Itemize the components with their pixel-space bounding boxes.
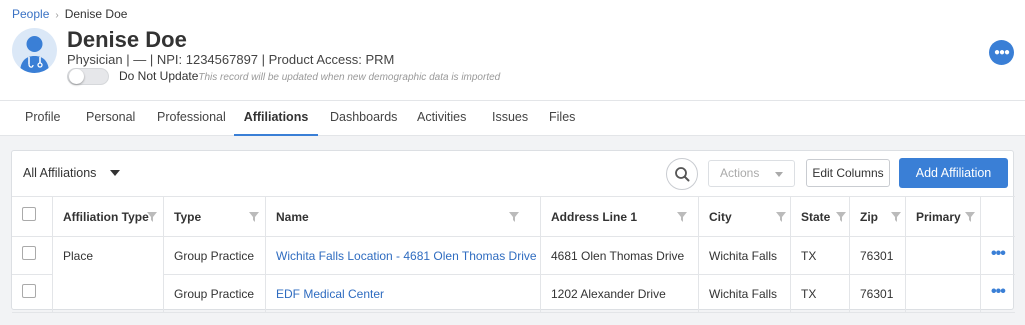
row-checkbox[interactable] [22,246,36,260]
address-cell: 1202 Alexander Drive [541,275,699,313]
funnel-icon[interactable] [965,212,975,222]
affiliation-type-cell: Place [53,237,164,313]
do-not-update-toggle[interactable] [67,68,109,85]
column-label: Address Line 1 [551,210,638,224]
column-header-address-line-1[interactable]: Address Line 1 [541,197,699,237]
actions-label: Actions [720,166,760,180]
column-label: City [709,210,732,224]
type-cell: Group Practice [164,237,266,275]
funnel-icon[interactable] [249,212,259,222]
tab-professional[interactable]: Professional [157,101,226,136]
caret-down-icon[interactable] [110,170,120,176]
tab-personal[interactable]: Personal [86,101,135,136]
tab-issues[interactable]: Issues [492,101,528,136]
caret-down-icon [775,172,783,177]
edit-columns-button[interactable]: Edit Columns [806,159,890,187]
more-options-button[interactable]: ●●● [989,40,1014,65]
row-checkbox[interactable] [22,284,36,298]
search-icon [675,167,690,182]
column-header-zip[interactable]: Zip [850,197,906,237]
funnel-icon[interactable] [509,212,519,222]
funnel-icon[interactable] [776,212,786,222]
toggle-label: Do Not Update [119,69,199,83]
chevron-right-icon: › [55,10,59,21]
city-cell: Wichita Falls [699,237,791,275]
column-label: Name [276,210,309,224]
column-header-primary[interactable]: Primary [906,197,981,237]
affiliations-table: Affiliation Type Type Name Address Line … [12,196,1015,313]
row-actions-cell: ••• [981,275,1015,313]
funnel-icon[interactable] [836,212,846,222]
column-label: State [801,210,831,224]
address-cell: 4681 Olen Thomas Drive [541,237,699,275]
tab-affiliations[interactable]: Affiliations [234,101,318,136]
toggle-knob [69,69,84,84]
header-select-all-cell [12,197,53,237]
column-header-affiliation-type[interactable]: Affiliation Type [53,197,164,237]
type-cell: Group Practice [164,275,266,313]
profile-header: People › Denise Doe Denise Doe Physician |… [0,0,1025,101]
city-cell: Wichita Falls [699,275,791,313]
column-label: Affiliation Type [63,210,149,224]
primary-cell [906,275,981,313]
select-all-checkbox[interactable] [22,207,36,221]
tab-files[interactable]: Files [549,101,575,136]
actions-dropdown[interactable]: Actions [708,160,795,187]
more-horizontal-icon[interactable]: ••• [991,283,1006,301]
row-actions-cell: ••• [981,237,1015,275]
tab-dashboards[interactable]: Dashboards [330,101,397,136]
funnel-icon[interactable] [677,212,687,222]
search-button[interactable] [666,158,698,190]
row-select-cell [12,275,53,313]
state-cell: TX [791,275,850,313]
do-not-update-label: Do Not UpdateThis record will be updated… [119,69,500,83]
more-horizontal-icon: ●●● [993,47,1010,58]
column-label: Type [174,210,202,224]
row-select-cell [12,237,53,275]
breadcrumb-people-link[interactable]: People [12,7,49,21]
breadcrumb-current: Denise Doe [64,7,128,21]
zip-cell: 76301 [850,237,906,275]
column-label: Zip [860,210,878,224]
funnel-icon[interactable] [147,212,157,222]
tab-activities[interactable]: Activities [417,101,466,136]
zip-cell: 76301 [850,275,906,313]
affiliations-card: All Affiliations Actions Edit Columns Ad… [11,150,1015,313]
column-label: Primary [916,210,961,224]
column-header-city[interactable]: City [699,197,791,237]
profile-name: Denise Doe [67,27,187,52]
breadcrumb: People › Denise Doe [12,7,127,21]
column-header-name[interactable]: Name [266,197,541,237]
tab-bar: Profile Personal Professional Affiliatio… [0,101,1025,136]
more-horizontal-icon[interactable]: ••• [991,245,1006,263]
tab-profile[interactable]: Profile [25,101,60,136]
column-header-actions [981,197,1015,237]
name-link[interactable]: Wichita Falls Location - 4681 Olen Thoma… [266,237,541,275]
state-cell: TX [791,237,850,275]
add-affiliation-button[interactable]: Add Affiliation [899,158,1008,188]
name-link[interactable]: EDF Medical Center [266,275,541,313]
column-header-type[interactable]: Type [164,197,266,237]
column-header-state[interactable]: State [791,197,850,237]
funnel-icon[interactable] [891,212,901,222]
toggle-note: This record will be updated when new dem… [198,72,501,83]
affiliations-filter-dropdown[interactable]: All Affiliations [23,166,96,180]
profile-subline: Physician | — | NPI: 1234567897 | Produc… [67,52,395,67]
primary-cell [906,237,981,275]
doctor-avatar-icon [12,28,57,73]
